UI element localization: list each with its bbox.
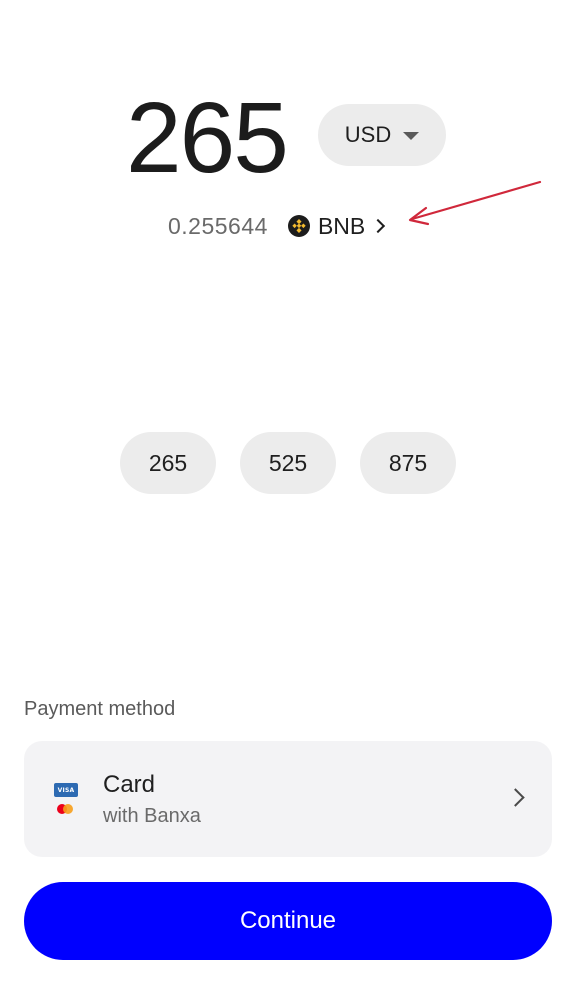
crypto-asset-selector[interactable]: BNB [287,212,386,240]
annotation-arrow-icon [408,180,542,226]
quick-amount-265[interactable]: 265 [120,432,216,494]
bnb-icon [287,215,310,237]
quick-amounts: 265 525 875 [120,432,456,494]
card-brands-icon: VISA [54,783,78,817]
conversion-row: 0.255644 BNB [168,208,386,244]
chevron-right-icon [371,218,386,234]
currency-select[interactable]: USD [318,104,446,166]
quick-amount-525[interactable]: 525 [240,432,336,494]
continue-button[interactable]: Continue [24,882,552,960]
quick-amount-875[interactable]: 875 [360,432,456,494]
crypto-amount: 0.255644 [168,212,268,239]
payment-method-subtitle: with Banxa [103,805,201,827]
caret-down-icon [403,132,420,140]
visa-icon: VISA [54,783,78,797]
payment-method-card[interactable]: VISA Card with Banxa [24,741,552,857]
currency-label: USD [344,122,392,147]
mastercard-icon [54,802,78,816]
payment-method-label: Payment method [24,698,176,720]
amount-display[interactable]: 265 [126,78,289,198]
chevron-right-icon [506,788,525,807]
crypto-symbol: BNB [317,212,366,239]
payment-method-title: Card [103,771,156,798]
